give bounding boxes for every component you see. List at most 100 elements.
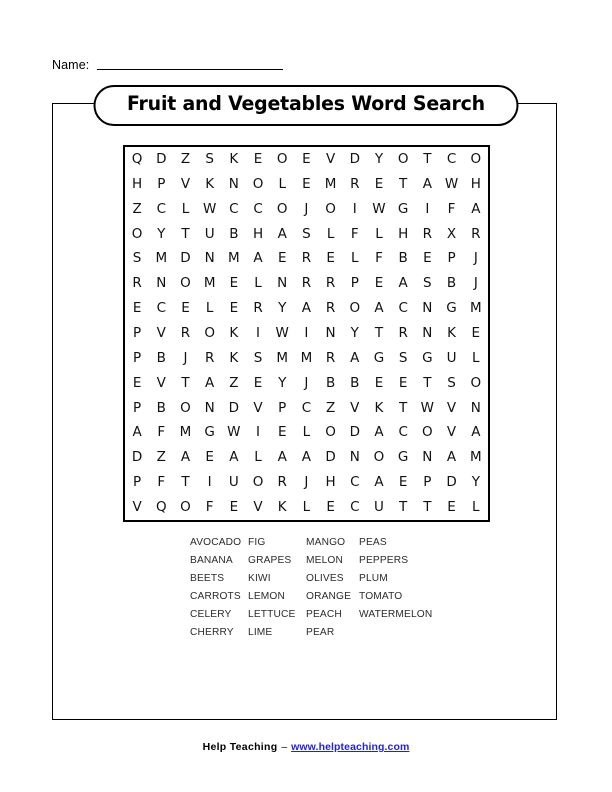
grid-cell[interactable]: A <box>391 271 415 296</box>
grid-cell[interactable]: E <box>246 147 270 172</box>
grid-cell[interactable]: A <box>439 445 463 470</box>
grid-cell[interactable]: K <box>270 495 294 520</box>
grid-cell[interactable]: L <box>294 495 318 520</box>
grid-cell[interactable]: K <box>198 172 222 197</box>
grid-cell[interactable]: G <box>367 346 391 371</box>
grid-cell[interactable]: R <box>319 296 343 321</box>
grid-cell[interactable]: V <box>439 420 463 445</box>
grid-cell[interactable]: O <box>343 296 367 321</box>
grid-cell[interactable]: Q <box>149 495 173 520</box>
grid-cell[interactable]: N <box>464 396 488 421</box>
grid-cell[interactable]: L <box>173 197 197 222</box>
grid-cell[interactable]: E <box>270 246 294 271</box>
grid-cell[interactable]: A <box>198 371 222 396</box>
grid-cell[interactable]: C <box>343 470 367 495</box>
grid-cell[interactable]: O <box>270 197 294 222</box>
grid-cell[interactable]: C <box>343 495 367 520</box>
grid-cell[interactable]: H <box>464 172 488 197</box>
grid-cell[interactable]: O <box>173 396 197 421</box>
grid-cell[interactable]: G <box>391 445 415 470</box>
word-list-item[interactable]: OLIVES <box>306 573 359 585</box>
grid-cell[interactable]: T <box>415 495 439 520</box>
grid-cell[interactable]: R <box>319 346 343 371</box>
grid-cell[interactable]: N <box>149 271 173 296</box>
grid-cell[interactable]: A <box>415 172 439 197</box>
grid-cell[interactable]: P <box>125 396 149 421</box>
grid-cell[interactable]: K <box>367 396 391 421</box>
grid-cell[interactable]: Y <box>343 321 367 346</box>
grid-cell[interactable]: W <box>367 197 391 222</box>
grid-cell[interactable]: I <box>415 197 439 222</box>
grid-cell[interactable]: J <box>294 197 318 222</box>
grid-cell[interactable]: E <box>294 172 318 197</box>
word-list-item[interactable]: AVOCADO <box>190 537 248 549</box>
grid-cell[interactable]: Q <box>125 147 149 172</box>
grid-cell[interactable]: E <box>222 296 246 321</box>
grid-cell[interactable]: J <box>294 470 318 495</box>
grid-cell[interactable]: D <box>125 445 149 470</box>
grid-cell[interactable]: I <box>246 321 270 346</box>
grid-cell[interactable]: O <box>246 172 270 197</box>
grid-cell[interactable]: J <box>464 246 488 271</box>
grid-cell[interactable]: O <box>367 445 391 470</box>
grid-cell[interactable]: C <box>439 147 463 172</box>
grid-cell[interactable]: B <box>149 396 173 421</box>
grid-cell[interactable]: U <box>439 346 463 371</box>
grid-cell[interactable]: E <box>391 371 415 396</box>
grid-cell[interactable]: P <box>415 470 439 495</box>
grid-cell[interactable]: V <box>246 396 270 421</box>
grid-cell[interactable]: M <box>464 296 488 321</box>
grid-cell[interactable]: R <box>246 296 270 321</box>
word-list-item[interactable]: KIWI <box>248 573 306 585</box>
grid-cell[interactable]: N <box>222 172 246 197</box>
grid-cell[interactable]: S <box>294 222 318 247</box>
grid-cell[interactable]: E <box>173 296 197 321</box>
grid-cell[interactable]: S <box>415 271 439 296</box>
grid-cell[interactable]: L <box>198 296 222 321</box>
grid-cell[interactable]: F <box>367 246 391 271</box>
grid-cell[interactable]: M <box>222 246 246 271</box>
grid-cell[interactable]: V <box>319 147 343 172</box>
grid-cell[interactable]: W <box>198 197 222 222</box>
grid-cell[interactable]: T <box>391 172 415 197</box>
word-list-item[interactable]: CHERRY <box>190 627 248 639</box>
word-list-item[interactable]: BEETS <box>190 573 248 585</box>
grid-cell[interactable]: K <box>222 321 246 346</box>
grid-cell[interactable]: B <box>222 222 246 247</box>
grid-cell[interactable]: K <box>439 321 463 346</box>
grid-cell[interactable]: C <box>149 197 173 222</box>
grid-cell[interactable]: N <box>319 321 343 346</box>
grid-cell[interactable]: A <box>367 420 391 445</box>
grid-cell[interactable]: M <box>270 346 294 371</box>
word-list-item[interactable]: PEAS <box>359 537 387 549</box>
grid-cell[interactable]: C <box>391 296 415 321</box>
grid-cell[interactable]: E <box>319 495 343 520</box>
grid-cell[interactable]: A <box>367 296 391 321</box>
grid-cell[interactable]: L <box>294 420 318 445</box>
grid-cell[interactable]: B <box>439 271 463 296</box>
grid-cell[interactable]: W <box>439 172 463 197</box>
grid-cell[interactable]: O <box>270 147 294 172</box>
word-list-item[interactable]: CARROTS <box>190 591 248 603</box>
grid-cell[interactable]: A <box>246 246 270 271</box>
grid-cell[interactable]: D <box>319 445 343 470</box>
grid-cell[interactable]: E <box>439 495 463 520</box>
grid-cell[interactable]: N <box>343 445 367 470</box>
grid-cell[interactable]: R <box>319 271 343 296</box>
word-list-item[interactable]: ORANGE <box>306 591 359 603</box>
grid-cell[interactable]: W <box>415 396 439 421</box>
grid-cell[interactable]: K <box>222 346 246 371</box>
grid-cell[interactable]: A <box>173 445 197 470</box>
grid-cell[interactable]: P <box>125 321 149 346</box>
grid-cell[interactable]: A <box>367 470 391 495</box>
grid-cell[interactable]: A <box>125 420 149 445</box>
grid-cell[interactable]: R <box>173 321 197 346</box>
grid-cell[interactable]: I <box>246 420 270 445</box>
grid-cell[interactable]: V <box>173 172 197 197</box>
grid-cell[interactable]: W <box>222 420 246 445</box>
grid-cell[interactable]: L <box>246 271 270 296</box>
grid-cell[interactable]: Y <box>270 296 294 321</box>
grid-cell[interactable]: V <box>149 321 173 346</box>
grid-cell[interactable]: C <box>149 296 173 321</box>
grid-cell[interactable]: R <box>198 346 222 371</box>
